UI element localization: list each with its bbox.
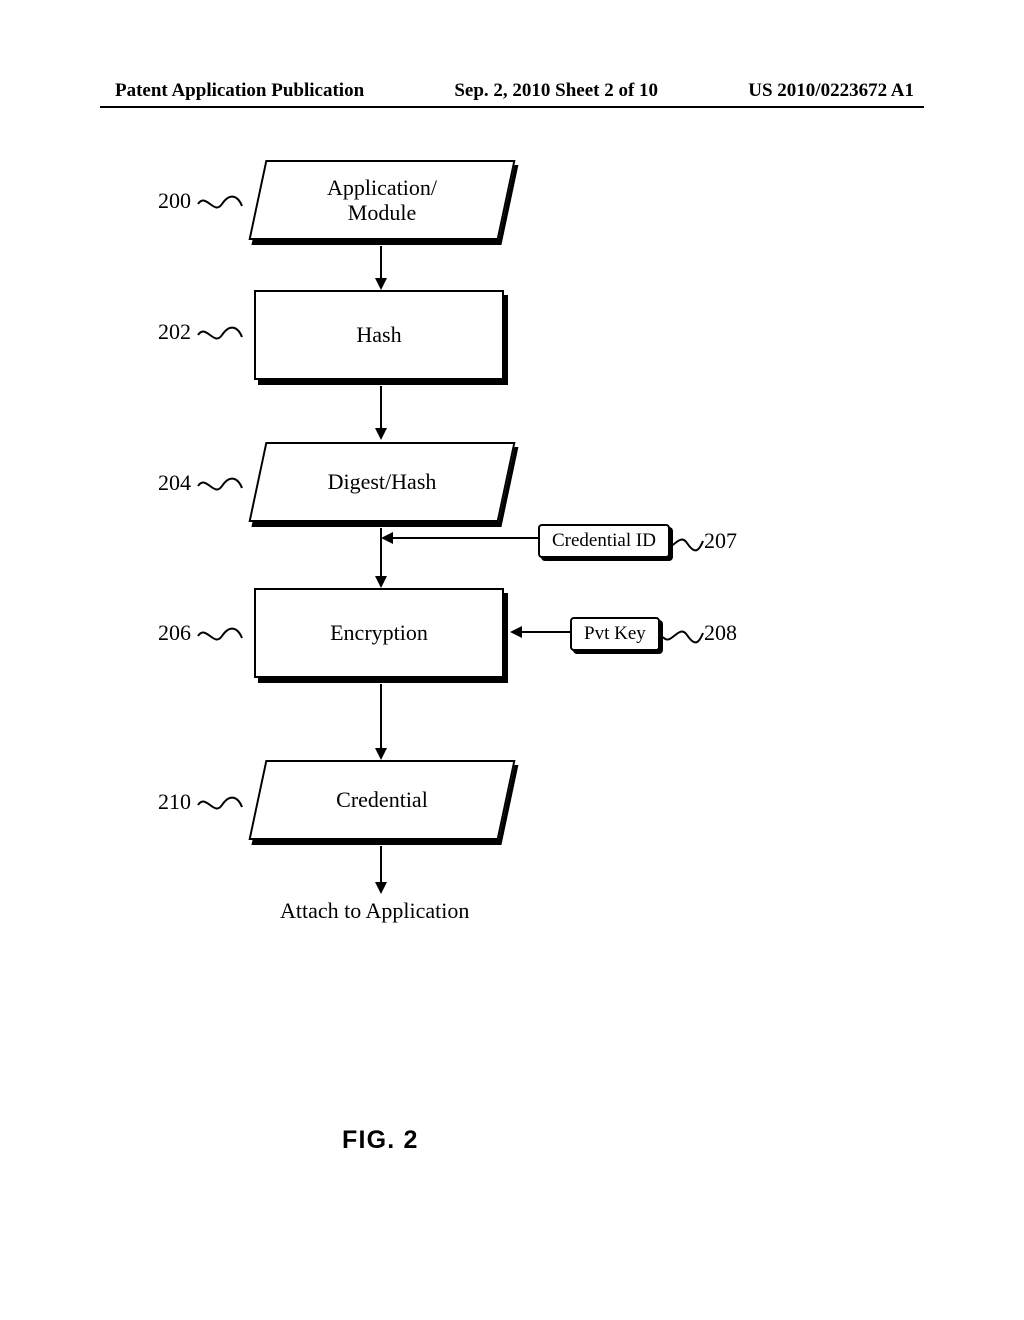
node-hash: Hash — [254, 290, 504, 380]
arrow-pvtkey-in — [510, 624, 570, 640]
arrow-credid-in — [381, 530, 538, 546]
arrow-encryption-to-credential — [373, 684, 389, 760]
node-digest-label: Digest/Hash — [259, 444, 505, 520]
node-pvt-key: Pvt Key — [570, 617, 660, 651]
node-credential-id-label: Credential ID — [552, 530, 656, 551]
node-digest: Digest/Hash — [248, 442, 515, 522]
ref-200: 200 — [158, 188, 191, 214]
caption-attach: Attach to Application — [280, 898, 469, 924]
ref-202: 202 — [158, 319, 191, 345]
node-credential: Credential — [248, 760, 515, 840]
ref-204: 204 — [158, 470, 191, 496]
figure-label: FIG. 2 — [342, 1126, 419, 1155]
leader-208 — [663, 625, 703, 645]
leader-210 — [198, 795, 242, 815]
diagram-stage: 200 202 204 206 210 207 208 Application/… — [0, 0, 1024, 1320]
node-hash-label: Hash — [356, 322, 401, 348]
ref-208: 208 — [704, 620, 737, 646]
arrow-app-to-hash — [373, 246, 389, 290]
node-application-module-label: Application/Module — [259, 162, 505, 238]
node-encryption-label: Encryption — [330, 620, 428, 646]
ref-206: 206 — [158, 620, 191, 646]
arrow-digest-to-encryption — [373, 528, 389, 588]
node-pvt-key-label: Pvt Key — [584, 623, 646, 644]
node-application-module: Application/Module — [248, 160, 515, 240]
node-encryption: Encryption — [254, 588, 504, 678]
leader-202 — [198, 325, 242, 345]
node-credential-label: Credential — [259, 762, 505, 838]
arrow-hash-to-digest — [373, 386, 389, 440]
leader-206 — [198, 626, 242, 646]
node-credential-id: Credential ID — [538, 524, 670, 558]
ref-207: 207 — [704, 528, 737, 554]
leader-200 — [198, 194, 242, 214]
leader-204 — [198, 476, 242, 496]
arrow-credential-to-attach — [373, 846, 389, 894]
ref-210: 210 — [158, 789, 191, 815]
